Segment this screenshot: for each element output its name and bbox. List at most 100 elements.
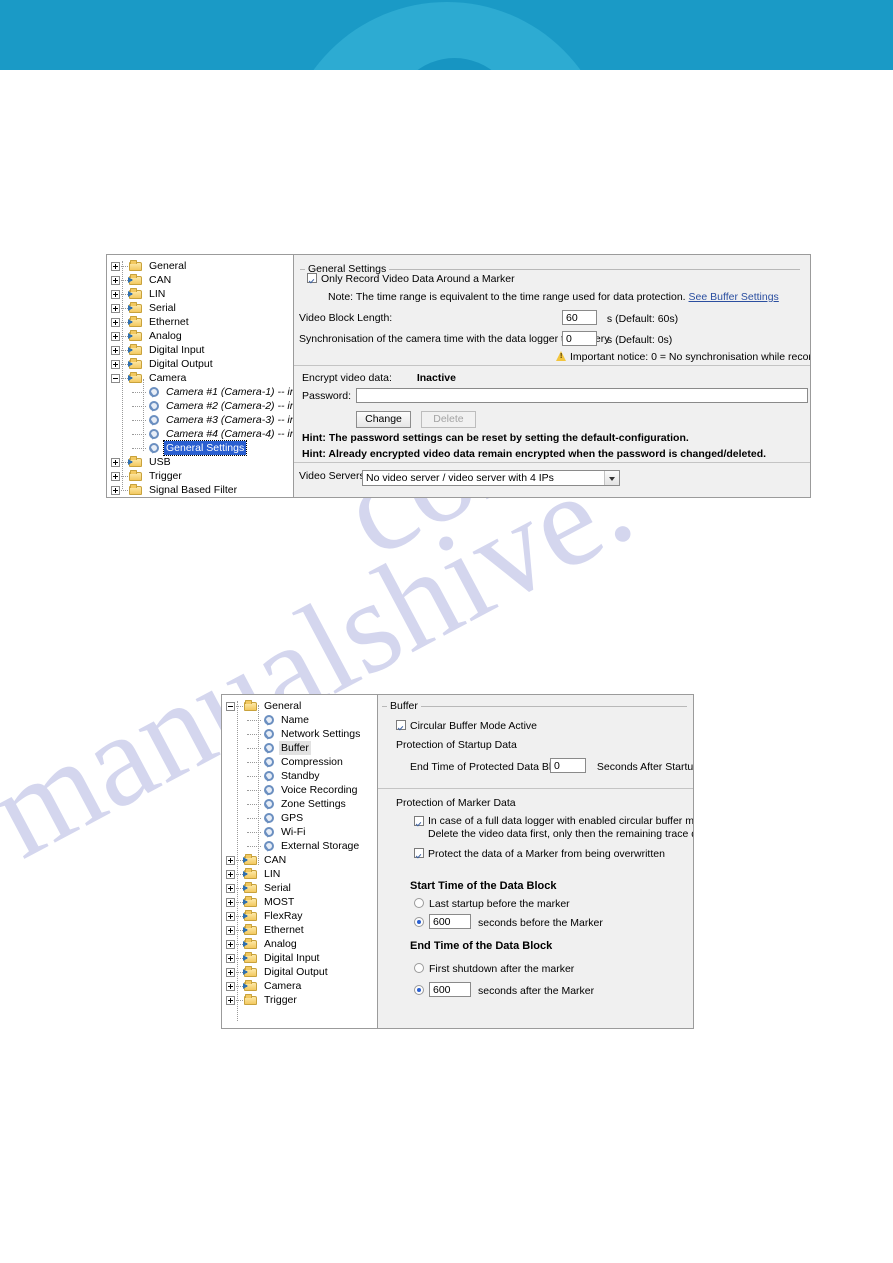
tree-item[interactable]: Trigger [107, 469, 293, 483]
change-password-button[interactable]: Change [356, 411, 411, 428]
start-option-seconds-row[interactable]: 600 seconds before the Marker [414, 914, 603, 929]
chevron-down-icon[interactable] [604, 471, 619, 485]
start-option-startup-radio[interactable] [414, 898, 424, 908]
tree-item[interactable]: Serial [107, 301, 293, 315]
tree-item[interactable]: Ethernet [222, 923, 377, 937]
end-time-protected-input[interactable]: 0 [550, 758, 586, 773]
tree-expand-icon[interactable] [111, 261, 120, 271]
tree-item[interactable]: Compression [222, 755, 377, 769]
tree-collapse-icon[interactable] [111, 373, 120, 383]
tree-collapse-icon[interactable] [226, 701, 235, 711]
tree-item[interactable]: Digital Input [107, 343, 293, 357]
circular-buffer-row[interactable]: Circular Buffer Mode Active [396, 720, 537, 732]
start-seconds-input[interactable]: 600 [429, 914, 471, 929]
protect-marker-row[interactable]: Protect the data of a Marker from being … [414, 848, 665, 860]
tree-item[interactable]: FlexRay [222, 909, 377, 923]
video-block-length-input[interactable]: 60 [562, 310, 597, 325]
sync-interval-input[interactable]: 0 [562, 331, 597, 346]
tree-expand-icon[interactable] [111, 471, 120, 481]
tree-item[interactable]: Serial [222, 881, 377, 895]
tree-item[interactable]: Camera #2 (Camera-2) -- inactive [107, 399, 293, 413]
video-servers-select[interactable]: No video server / video server with 4 IP… [362, 470, 620, 486]
tree-expand-icon[interactable] [111, 317, 120, 327]
tree-expand-icon[interactable] [111, 275, 120, 285]
end-seconds-input[interactable]: 600 [429, 982, 471, 997]
tree-expand-icon[interactable] [226, 883, 235, 893]
tree-item[interactable]: Camera [222, 979, 377, 993]
tree-connector [121, 377, 128, 379]
end-option-shutdown-label: First shutdown after the marker [429, 963, 575, 975]
tree-expand-icon[interactable] [226, 925, 235, 935]
tree-item-label: Camera [264, 980, 302, 992]
camera-config-tree[interactable]: General CAN LIN Serial Ethernet Analog Digital… [107, 255, 294, 497]
tree-item[interactable]: CAN [222, 853, 377, 867]
tree-item[interactable]: LIN [222, 867, 377, 881]
buffer-config-tree[interactable]: General Name Network Settings Buffer Compres… [222, 695, 378, 1028]
tree-expand-icon[interactable] [111, 303, 120, 313]
start-option-seconds-radio[interactable] [414, 917, 424, 927]
tree-item[interactable]: Trigger [222, 993, 377, 1007]
tree-expand-icon[interactable] [226, 897, 235, 907]
tree-expand-icon[interactable] [226, 911, 235, 921]
tree-expand-icon[interactable] [111, 289, 120, 299]
tree-item[interactable]: Voice Recording [222, 783, 377, 797]
tree-expand-icon[interactable] [111, 331, 120, 341]
tree-item[interactable]: Buffer [222, 741, 377, 755]
tree-item[interactable]: Signal Based Filter [107, 483, 293, 497]
folder-arrow-overlay [243, 857, 248, 863]
tree-expand-icon[interactable] [111, 457, 120, 467]
tree-item[interactable]: External Storage [222, 839, 377, 853]
tree-expand-icon[interactable] [111, 485, 120, 495]
end-option-shutdown-row[interactable]: First shutdown after the marker [414, 963, 574, 975]
tree-expand-icon[interactable] [226, 953, 235, 963]
tree-item[interactable]: Digital Input [222, 951, 377, 965]
tree-item[interactable]: Analog [107, 329, 293, 343]
tree-item[interactable]: General [107, 259, 293, 273]
tree-item[interactable]: Standby [222, 769, 377, 783]
tree-expand-icon[interactable] [226, 869, 235, 879]
tree-item[interactable]: USB [107, 455, 293, 469]
tree-expand-icon[interactable] [226, 995, 235, 1005]
end-option-seconds-radio[interactable] [414, 985, 424, 995]
tree-item[interactable]: Analog [222, 937, 377, 951]
end-option-seconds-row[interactable]: 600 seconds after the Marker [414, 982, 594, 997]
video-servers-field-row: No video server / video server with 4 IP… [362, 468, 620, 486]
tree-item[interactable]: Wi-Fi [222, 825, 377, 839]
tree-item[interactable]: Name [222, 713, 377, 727]
tree-item[interactable]: Ethernet [107, 315, 293, 329]
tree-item[interactable]: LIN [107, 287, 293, 301]
tree-item[interactable]: General Settings [107, 440, 293, 456]
folder-arrow-overlay [128, 305, 133, 311]
tree-expand-icon[interactable] [226, 981, 235, 991]
folder-arrow-overlay [243, 969, 248, 975]
tree-expand-icon[interactable] [111, 359, 120, 369]
tree-item[interactable]: CAN [107, 273, 293, 287]
tree-item[interactable]: Digital Output [107, 357, 293, 371]
buffer-group-title: Buffer [387, 700, 421, 712]
full-logger-checkbox[interactable] [414, 816, 424, 826]
protect-marker-checkbox[interactable] [414, 848, 424, 858]
tree-expand-icon[interactable] [111, 345, 120, 355]
tree-item[interactable]: General [222, 699, 377, 713]
start-option-startup-row[interactable]: Last startup before the marker [414, 898, 570, 910]
tree-item[interactable]: Camera [107, 371, 293, 385]
tree-item[interactable]: Camera #1 (Camera-1) -- inactive [107, 385, 293, 399]
tree-item[interactable]: MOST [222, 895, 377, 909]
tree-item[interactable]: Digital Output [222, 965, 377, 979]
full-logger-row[interactable]: In case of a full data logger with enabl… [414, 815, 693, 840]
tree-item[interactable]: Camera #3 (Camera-3) -- inactive [107, 413, 293, 427]
folder-arrow-overlay [243, 941, 248, 947]
only-record-checkbox-row[interactable]: Only Record Video Data Around a Marker [307, 273, 515, 285]
tree-item[interactable]: Network Settings [222, 727, 377, 741]
tree-expand-icon[interactable] [226, 939, 235, 949]
tree-expand-icon[interactable] [226, 855, 235, 865]
password-input[interactable] [356, 388, 808, 403]
circular-buffer-checkbox[interactable] [396, 720, 406, 730]
tree-expand-icon[interactable] [226, 967, 235, 977]
tree-item[interactable]: Zone Settings [222, 797, 377, 811]
tree-item[interactable]: Camera #4 (Camera-4) -- inactive [107, 427, 293, 441]
see-buffer-settings-link[interactable]: See Buffer Settings [689, 291, 779, 303]
only-record-checkbox[interactable] [307, 273, 317, 283]
end-option-shutdown-radio[interactable] [414, 963, 424, 973]
tree-item[interactable]: GPS [222, 811, 377, 825]
